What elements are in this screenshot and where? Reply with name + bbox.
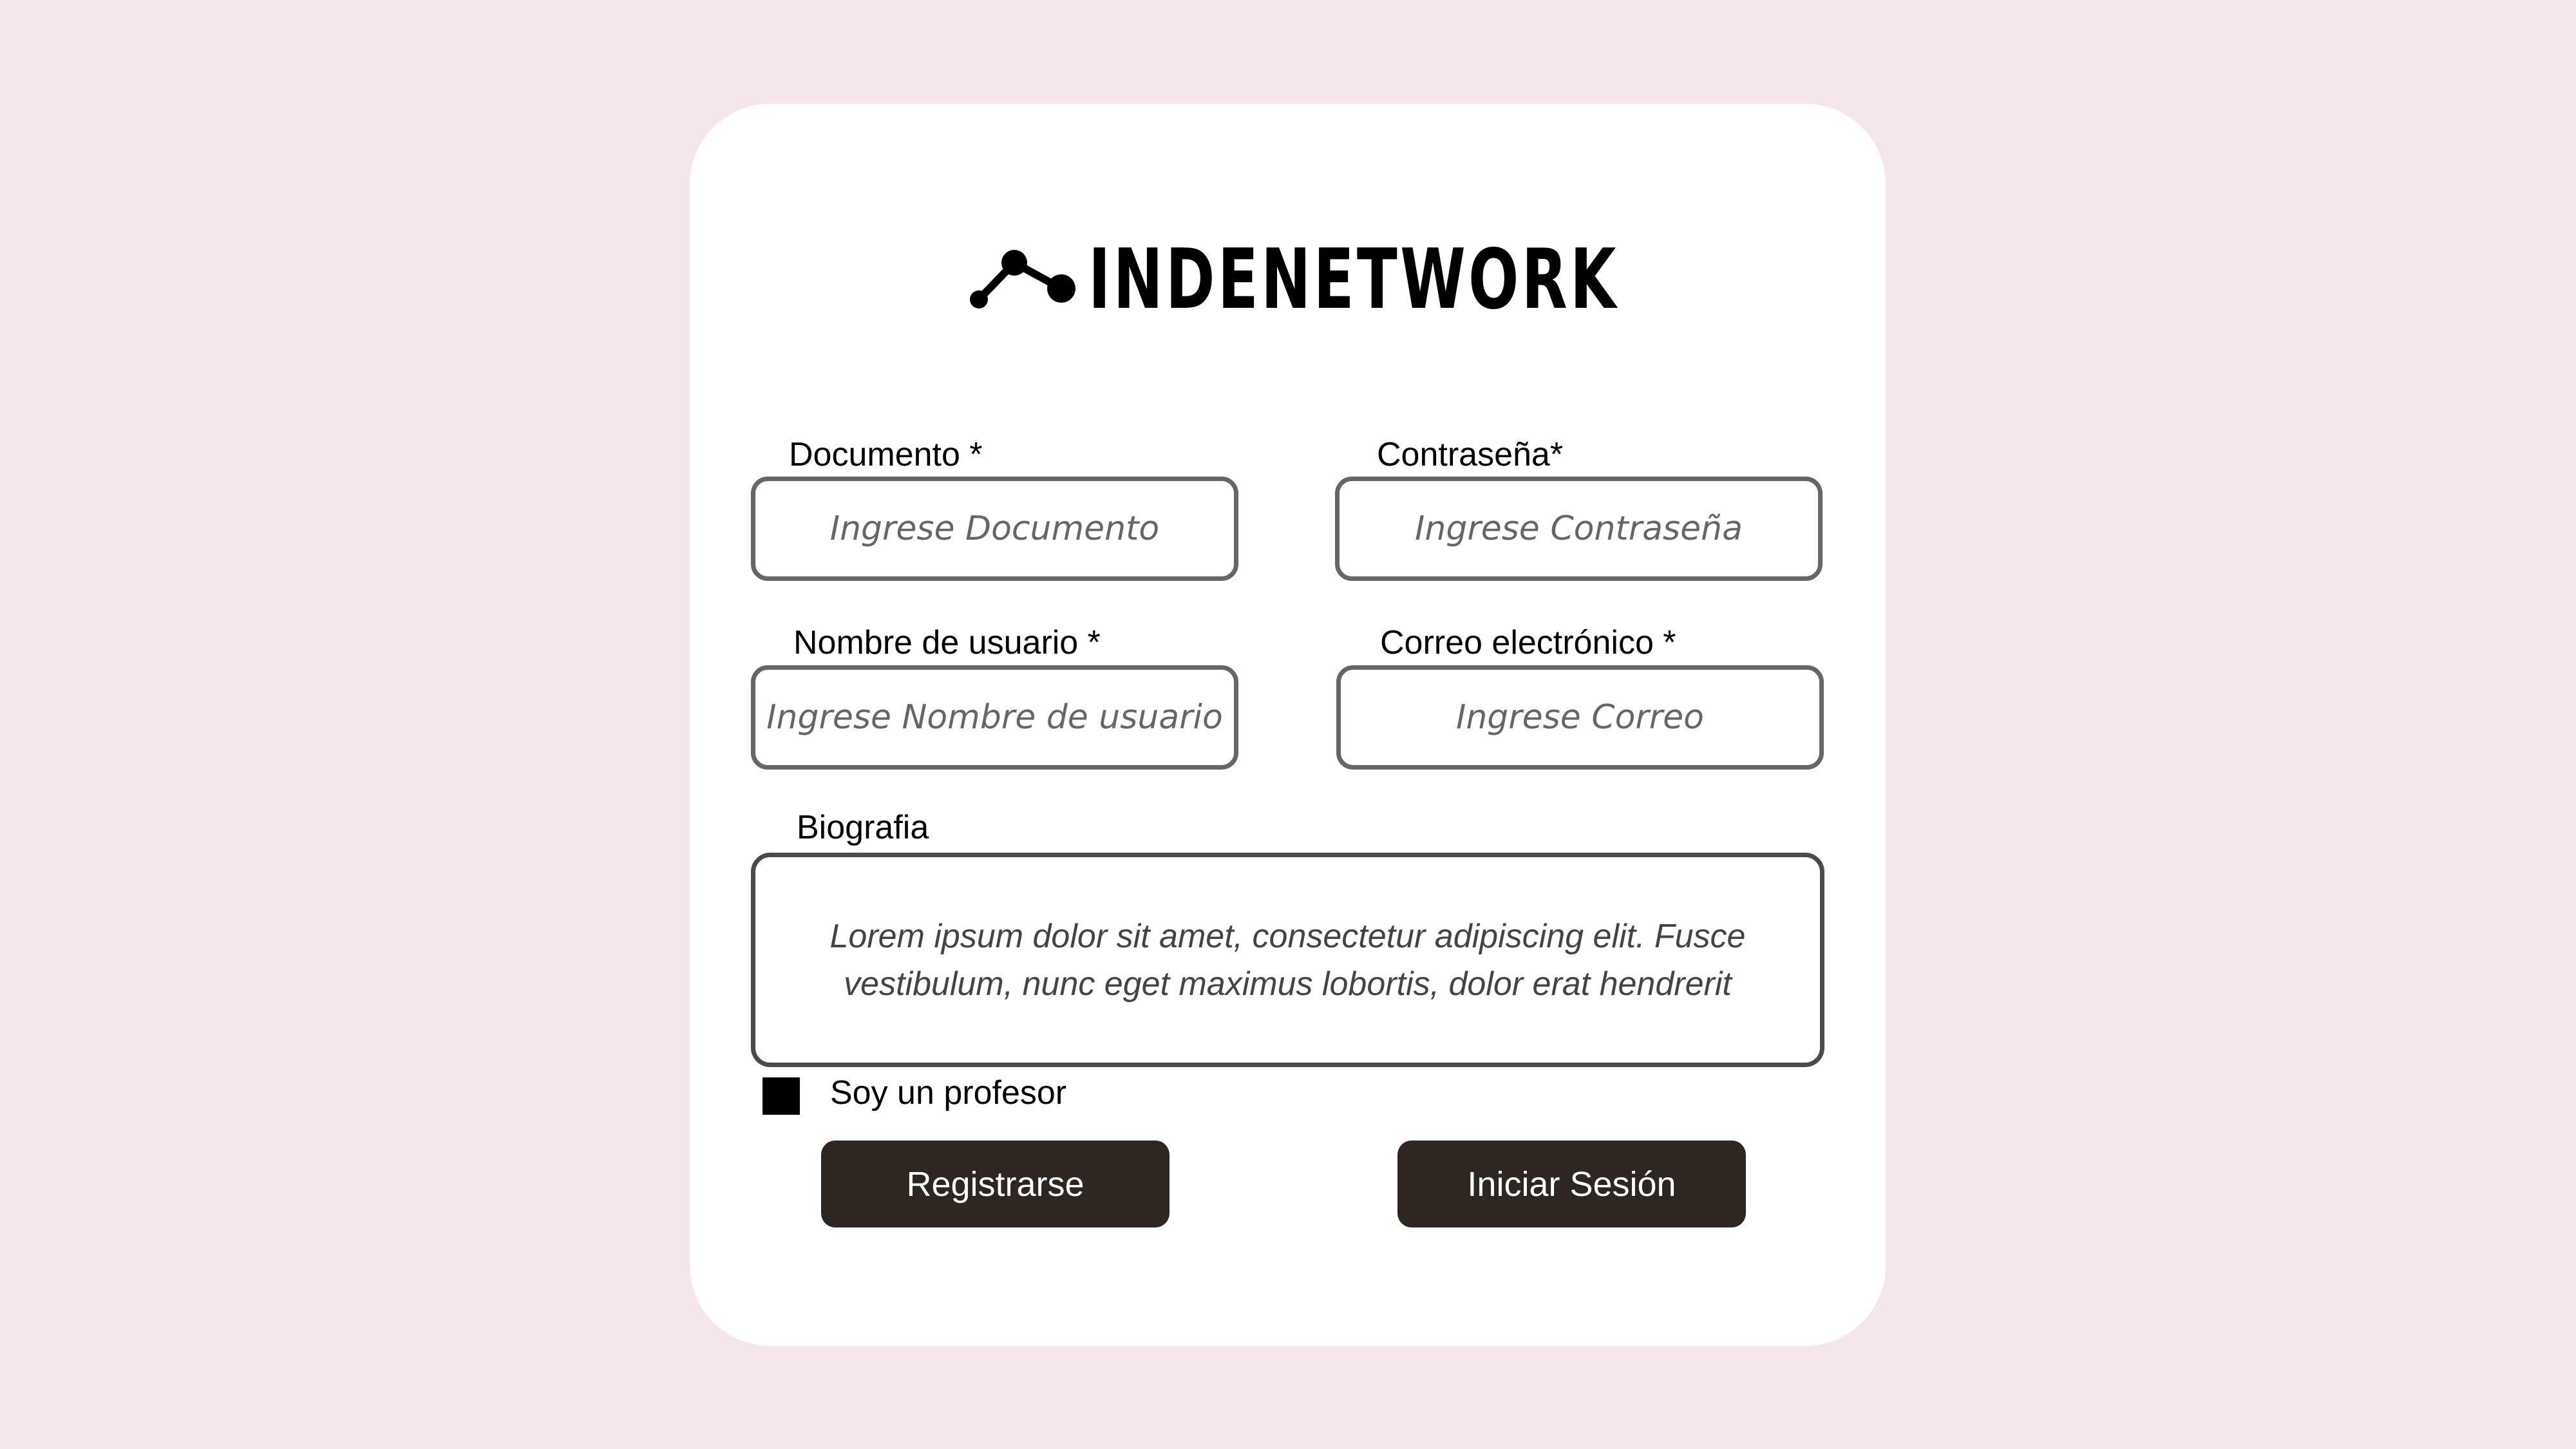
correo-label: Correo electrónico * [1380, 624, 1676, 661]
login-button[interactable]: Iniciar Sesión [1397, 1141, 1746, 1227]
nombre-usuario-label: Nombre de usuario * [793, 624, 1101, 661]
network-nodes-icon [970, 250, 1075, 308]
profesor-checkbox[interactable] [762, 1077, 800, 1115]
contrasena-label: Contraseña* [1377, 436, 1564, 473]
contrasena-input[interactable] [1335, 477, 1823, 581]
biografia-textarea[interactable]: Lorem ipsum dolor sit amet, consectetur … [751, 853, 1824, 1067]
nombre-usuario-input[interactable] [751, 665, 1238, 770]
biografia-label: Biografia [797, 809, 929, 846]
correo-input[interactable] [1336, 665, 1824, 770]
register-button[interactable]: Registrarse [821, 1141, 1170, 1227]
biografia-text: Lorem ipsum dolor sit amet, consectetur … [829, 917, 1746, 1003]
documento-label: Documento * [789, 436, 983, 473]
documento-input[interactable] [751, 477, 1238, 581]
brand-logo: INDENETWORK [966, 238, 1825, 322]
brand-name: INDENETWORK [1088, 232, 1619, 328]
profesor-checkbox-label: Soy un profesor [830, 1074, 1067, 1112]
